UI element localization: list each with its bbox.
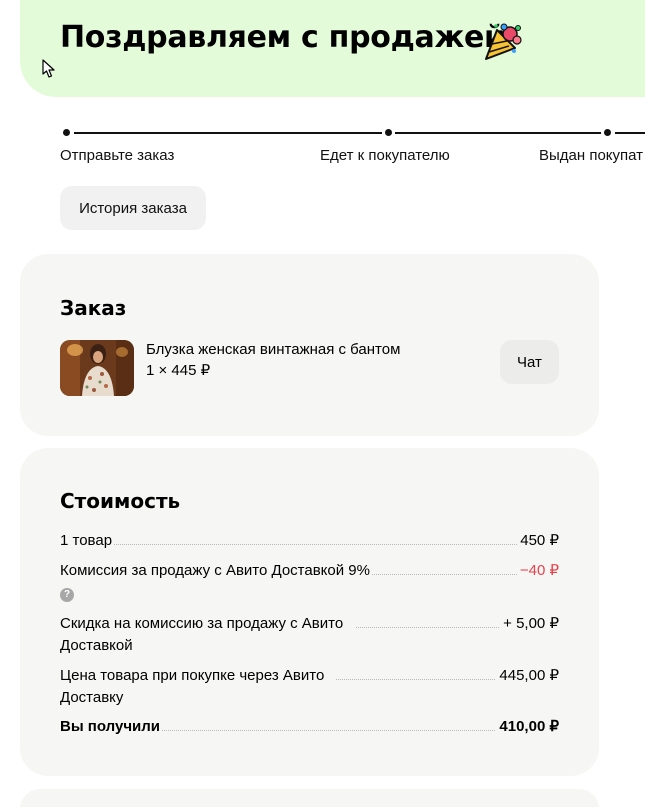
- progress-dot: [604, 129, 611, 136]
- cost-row-label: Вы получили: [60, 718, 163, 735]
- progress-dot: [63, 129, 70, 136]
- cost-row-value: 450 ₽: [517, 530, 559, 552]
- cost-row-buyer-price: Цена товара при покупке через Авито Дост…: [60, 665, 559, 709]
- party-popper-icon: [485, 23, 522, 60]
- cost-row-label: Цена товара при покупке через Авито Дост…: [60, 667, 325, 706]
- mouse-cursor-icon: [42, 59, 55, 78]
- cost-row-value: −40 ₽: [516, 560, 559, 582]
- cost-card: Стоимость 1 товар 450 ₽ Комиссия за прод…: [20, 448, 599, 776]
- page-title: Поздравляем с продажей: [60, 20, 505, 55]
- order-history-button[interactable]: История заказа: [60, 186, 206, 230]
- product-quantity-price: 1 × 445 ₽: [146, 362, 211, 379]
- order-card: Заказ Блузка женская винтажная с бантом …: [20, 254, 599, 436]
- cost-row-items: 1 товар 450 ₽: [60, 530, 559, 552]
- cost-row-discount: Скидка на комиссию за продажу с Авито До…: [60, 613, 559, 657]
- product-thumbnail[interactable]: [60, 340, 134, 396]
- cost-row-label: Скидка на комиссию за продажу с Авито До…: [60, 615, 344, 654]
- progress-dot: [385, 129, 392, 136]
- question-icon[interactable]: ?: [60, 588, 74, 602]
- cost-row-value: 445,00 ₽: [496, 665, 559, 687]
- cost-row-value: 410,00 ₽: [496, 716, 559, 738]
- order-progress-tracker: Отправьте заказ Едет к покупателю Выдан …: [0, 124, 645, 164]
- order-title: Заказ: [60, 296, 127, 320]
- step-label-delivered: Выдан покупат: [539, 147, 644, 164]
- cost-row-label: Комиссия за продажу с Авито Доставкой 9%: [60, 562, 372, 579]
- next-card: [20, 789, 599, 807]
- cost-row-value: + 5,00 ₽: [500, 613, 559, 635]
- cost-row-label: 1 товар: [60, 532, 115, 549]
- chat-button[interactable]: Чат: [500, 340, 559, 384]
- product-name[interactable]: Блузка женская винтажная с бантом: [146, 341, 400, 358]
- cost-row-total: Вы получили 410,00 ₽: [60, 716, 559, 738]
- progress-line: [615, 132, 645, 134]
- step-label-in-transit: Едет к покупателю: [320, 147, 450, 164]
- cost-title: Стоимость: [60, 489, 181, 513]
- cost-row-commission: Комиссия за продажу с Авито Доставкой 9%…: [60, 560, 559, 604]
- progress-line: [74, 132, 382, 134]
- progress-line: [395, 132, 601, 134]
- step-label-send: Отправьте заказ: [60, 147, 175, 164]
